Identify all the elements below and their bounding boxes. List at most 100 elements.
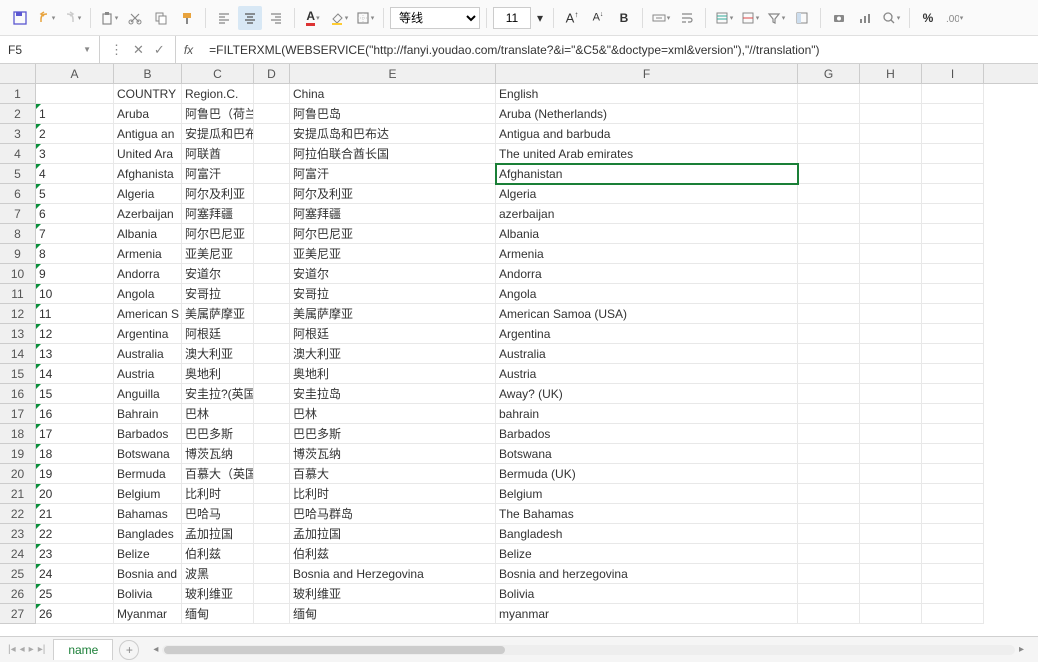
cell[interactable]: [254, 204, 290, 224]
scroll-thumb[interactable]: [164, 646, 505, 654]
save-icon[interactable]: [8, 6, 32, 30]
cell[interactable]: [922, 344, 984, 364]
cell[interactable]: [860, 124, 922, 144]
cell[interactable]: United Ara: [114, 144, 182, 164]
cell[interactable]: 20: [36, 484, 114, 504]
align-right-icon[interactable]: [264, 6, 288, 30]
cell[interactable]: [254, 244, 290, 264]
cell[interactable]: Angola: [496, 284, 798, 304]
cell[interactable]: [860, 164, 922, 184]
cell[interactable]: 美属萨摩亚（美国）: [182, 304, 254, 324]
row-header[interactable]: 6: [0, 184, 35, 204]
copy-icon[interactable]: [149, 6, 173, 30]
cell[interactable]: Belize: [496, 544, 798, 564]
cell[interactable]: 11: [36, 304, 114, 324]
cell[interactable]: [254, 524, 290, 544]
cell[interactable]: 安道尔: [290, 264, 496, 284]
cell[interactable]: [860, 444, 922, 464]
cell[interactable]: 阿尔及利亚: [182, 184, 254, 204]
cell[interactable]: [254, 264, 290, 284]
scroll-right-icon[interactable]: ▸: [1015, 644, 1028, 655]
cell[interactable]: [860, 84, 922, 104]
dropdown-icon[interactable]: ⋮: [110, 42, 123, 58]
cell[interactable]: [254, 304, 290, 324]
cell[interactable]: [922, 404, 984, 424]
cell[interactable]: 伯利兹: [290, 544, 496, 564]
insert-rows-icon[interactable]: [712, 6, 736, 30]
row-header[interactable]: 3: [0, 124, 35, 144]
cell[interactable]: [860, 584, 922, 604]
cell[interactable]: [254, 104, 290, 124]
cell[interactable]: [922, 124, 984, 144]
cell[interactable]: 阿塞拜疆: [182, 204, 254, 224]
cell[interactable]: [254, 504, 290, 524]
cell[interactable]: [860, 204, 922, 224]
row-header[interactable]: 14: [0, 344, 35, 364]
cell[interactable]: [860, 464, 922, 484]
cell[interactable]: [922, 204, 984, 224]
cell[interactable]: Bolivia: [496, 584, 798, 604]
cell[interactable]: [254, 164, 290, 184]
row-header[interactable]: 1: [0, 84, 35, 104]
cell[interactable]: [922, 604, 984, 624]
cell[interactable]: [254, 364, 290, 384]
cell[interactable]: [798, 244, 860, 264]
cell[interactable]: [798, 224, 860, 244]
cell[interactable]: 1: [36, 104, 114, 124]
cell[interactable]: Belize: [114, 544, 182, 564]
row-header[interactable]: 22: [0, 504, 35, 524]
paste-icon[interactable]: [97, 6, 121, 30]
cell[interactable]: [798, 404, 860, 424]
column-header-C[interactable]: C: [182, 64, 254, 83]
cell[interactable]: 2: [36, 124, 114, 144]
row-header[interactable]: 24: [0, 544, 35, 564]
cell[interactable]: 阿鲁巴岛: [290, 104, 496, 124]
tab-last-icon[interactable]: ▸|: [38, 644, 46, 655]
cell[interactable]: Barbados: [496, 424, 798, 444]
cell[interactable]: [798, 444, 860, 464]
cell[interactable]: [922, 444, 984, 464]
cell[interactable]: 阿联酋: [182, 144, 254, 164]
column-header-H[interactable]: H: [860, 64, 922, 83]
cell[interactable]: [922, 164, 984, 184]
cell[interactable]: Albania: [496, 224, 798, 244]
cell[interactable]: 6: [36, 204, 114, 224]
cell[interactable]: Australia: [114, 344, 182, 364]
cell[interactable]: 美属萨摩亚: [290, 304, 496, 324]
cell[interactable]: [254, 424, 290, 444]
cell[interactable]: 13: [36, 344, 114, 364]
sheet-tab-active[interactable]: name: [53, 639, 113, 660]
cell[interactable]: 19: [36, 464, 114, 484]
decrease-font-icon[interactable]: A↓: [586, 6, 610, 30]
cell[interactable]: Bosnia and herzegovina: [496, 564, 798, 584]
cell[interactable]: [922, 384, 984, 404]
cell[interactable]: Aruba: [114, 104, 182, 124]
cell[interactable]: [254, 484, 290, 504]
cell[interactable]: 阿鲁巴（荷兰）: [182, 104, 254, 124]
cell[interactable]: [860, 244, 922, 264]
cell[interactable]: Aruba (Netherlands): [496, 104, 798, 124]
row-header[interactable]: 10: [0, 264, 35, 284]
cell[interactable]: 5: [36, 184, 114, 204]
cell[interactable]: [254, 324, 290, 344]
cell[interactable]: Argentina: [114, 324, 182, 344]
scroll-left-icon[interactable]: ◂: [149, 644, 162, 655]
cell[interactable]: 亚美尼亚: [290, 244, 496, 264]
cell[interactable]: 安哥拉: [182, 284, 254, 304]
cell[interactable]: [254, 184, 290, 204]
column-header-G[interactable]: G: [798, 64, 860, 83]
row-header[interactable]: 20: [0, 464, 35, 484]
cell[interactable]: American S: [114, 304, 182, 324]
cell[interactable]: 安哥拉: [290, 284, 496, 304]
cell[interactable]: 3: [36, 144, 114, 164]
cell[interactable]: [922, 184, 984, 204]
cell[interactable]: [922, 464, 984, 484]
cell[interactable]: 巴巴多斯: [182, 424, 254, 444]
cell[interactable]: 4: [36, 164, 114, 184]
cell[interactable]: 奥地利: [182, 364, 254, 384]
cell[interactable]: 阿尔巴尼亚: [290, 224, 496, 244]
cell[interactable]: Bermuda (UK): [496, 464, 798, 484]
cell[interactable]: [860, 364, 922, 384]
formula-input[interactable]: =FILTERXML(WEBSERVICE("http://fanyi.youd…: [201, 36, 1038, 63]
cell[interactable]: 9: [36, 264, 114, 284]
